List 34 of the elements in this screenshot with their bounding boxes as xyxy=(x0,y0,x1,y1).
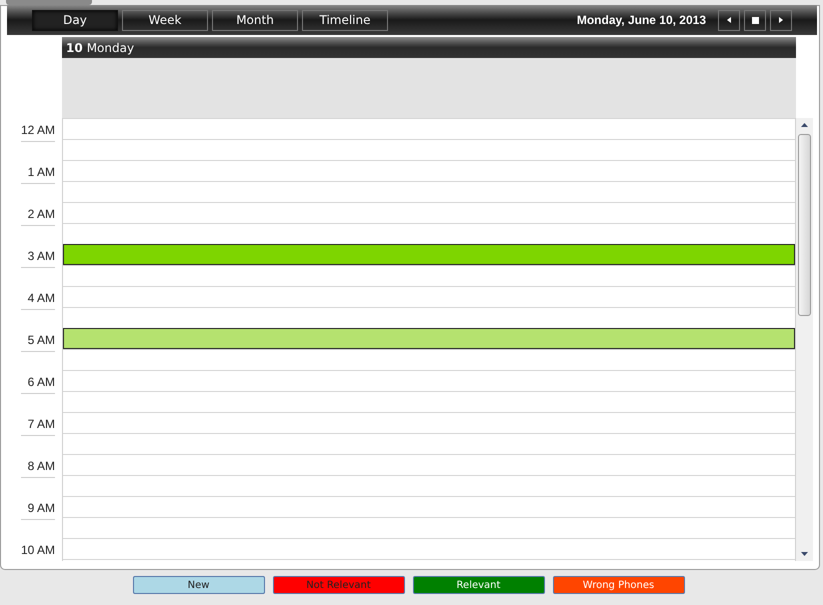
view-tab[interactable]: Day xyxy=(32,10,118,30)
hour-label: 7 AM xyxy=(21,415,55,436)
hour-label: 10 AM xyxy=(21,541,55,561)
appointment[interactable] xyxy=(63,244,795,265)
hour-label: 4 AM xyxy=(21,289,55,310)
calendar-button[interactable] xyxy=(744,10,766,30)
hour-label: 1 AM xyxy=(21,163,55,184)
hour-label: 6 AM xyxy=(21,373,55,394)
previous-button[interactable] xyxy=(718,10,740,30)
scroll-up-icon[interactable] xyxy=(801,123,808,127)
legend-item: Not Relevant xyxy=(272,576,404,594)
day-number: 10 xyxy=(66,40,83,56)
hour-label: 2 AM xyxy=(21,205,55,226)
scroll-down-icon[interactable] xyxy=(801,552,808,556)
current-date: Monday, June 10, 2013 xyxy=(576,12,706,29)
hour-label: 3 AM xyxy=(21,247,55,268)
hour-label: 8 AM xyxy=(21,457,55,478)
hour-label: 9 AM xyxy=(21,499,55,520)
hour-label: 5 AM xyxy=(21,331,55,352)
legend-item: Relevant xyxy=(412,576,544,594)
caret-left-icon xyxy=(727,17,731,23)
legend-item: New xyxy=(132,576,264,594)
scroll-thumb[interactable] xyxy=(798,134,811,316)
legend-item: Wrong Phones xyxy=(552,576,684,594)
view-tab[interactable]: Timeline xyxy=(302,10,388,30)
hour-label: 12 AM xyxy=(21,121,55,142)
view-tab[interactable]: Week xyxy=(122,10,208,30)
top-tab[interactable] xyxy=(6,0,92,5)
caret-right-icon xyxy=(779,17,783,23)
scrollbar[interactable] xyxy=(796,118,813,561)
view-tab[interactable]: Month xyxy=(212,10,298,30)
day-weekday: Monday xyxy=(86,40,134,56)
appointment[interactable] xyxy=(63,328,795,349)
next-button[interactable] xyxy=(770,10,792,30)
